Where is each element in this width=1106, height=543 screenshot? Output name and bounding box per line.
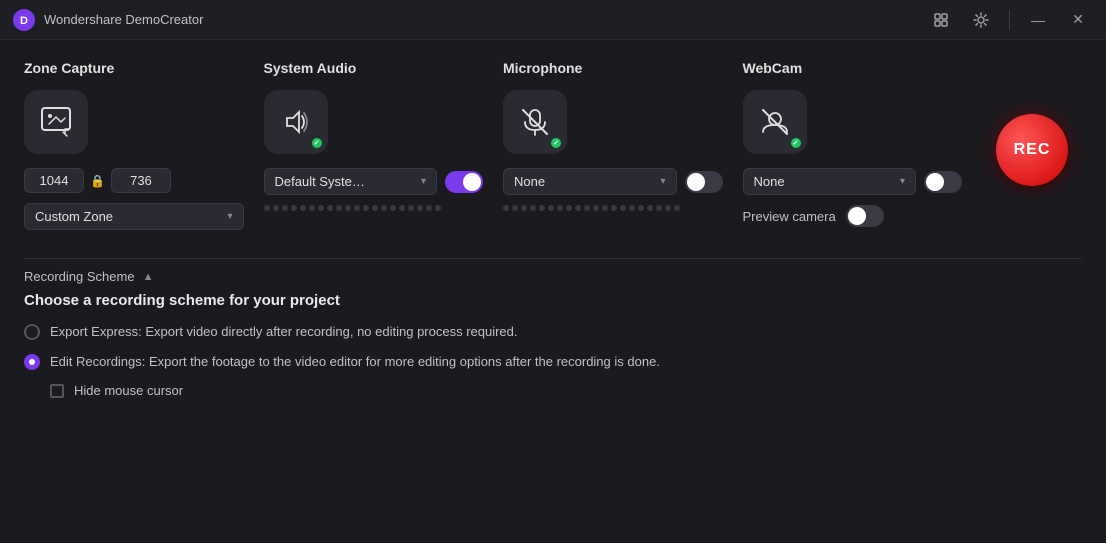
webcam-mute-icon <box>758 105 792 139</box>
microphone-title: Microphone <box>503 60 723 76</box>
audio-device-arrow: ▾ <box>421 176 426 187</box>
audio-device-row: Default Syste… ▾ <box>264 168 484 195</box>
main-content: Zone Capture 1044 🔒 736 Custom Zone ▾ <box>0 40 1106 543</box>
settings-icon[interactable] <box>965 4 997 36</box>
rec-button[interactable]: REC <box>996 114 1068 186</box>
system-audio-title: System Audio <box>264 60 484 76</box>
zone-capture-section: Zone Capture 1044 🔒 736 Custom Zone ▾ <box>24 60 264 240</box>
recording-scheme-label: Recording Scheme <box>24 269 135 284</box>
webcam-device-dropdown[interactable]: None ▾ <box>743 168 917 195</box>
app-title: Wondershare DemoCreator <box>44 12 925 27</box>
minimize-button[interactable]: — <box>1022 4 1054 36</box>
rec-button-col: REC <box>982 60 1082 240</box>
separator <box>1009 10 1010 30</box>
mic-status-dot <box>549 136 563 150</box>
webcam-device-row: None ▾ <box>743 168 963 195</box>
webcam-status-dot <box>789 136 803 150</box>
zone-type-arrow: ▾ <box>227 211 232 222</box>
microphone-section: Microphone None ▾ <box>503 60 743 240</box>
hide-cursor-checkbox[interactable] <box>50 384 64 398</box>
webcam-title: WebCam <box>743 60 963 76</box>
zone-height-input[interactable]: 736 <box>111 168 171 193</box>
microphone-toggle[interactable] <box>685 171 723 193</box>
export-express-radio[interactable] <box>24 324 40 340</box>
mic-device-row: None ▾ <box>503 168 723 195</box>
audio-device-label: Default Syste… <box>275 174 365 189</box>
zone-type-label: Custom Zone <box>35 209 113 224</box>
lock-icon: 🔒 <box>90 174 105 188</box>
webcam-toggle[interactable] <box>924 171 962 193</box>
preview-camera-label: Preview camera <box>743 209 836 224</box>
window-controls: — ✕ <box>925 4 1094 36</box>
hide-cursor-option[interactable]: Hide mouse cursor <box>50 383 1082 398</box>
zone-width-input[interactable]: 1044 <box>24 168 84 193</box>
preview-camera-row: Preview camera <box>743 205 963 227</box>
system-audio-icon-box[interactable] <box>264 90 328 154</box>
webcam-device-label: None <box>754 174 785 189</box>
hide-cursor-label: Hide mouse cursor <box>74 383 183 398</box>
webcam-icon-box[interactable] <box>743 90 807 154</box>
app-logo: D <box>12 8 36 32</box>
export-express-option[interactable]: Export Express: Export video directly af… <box>24 323 1082 341</box>
mic-device-dropdown[interactable]: None ▾ <box>503 168 677 195</box>
mic-device-label: None <box>514 174 545 189</box>
audio-device-dropdown[interactable]: Default Syste… ▾ <box>264 168 438 195</box>
recording-scheme-header[interactable]: Recording Scheme ▲ <box>24 269 1082 284</box>
zone-type-dropdown[interactable]: Custom Zone ▾ <box>24 203 244 230</box>
scheme-title: Choose a recording scheme for your proje… <box>24 292 1082 309</box>
system-audio-section: System Audio Default Syste… ▾ <box>264 60 504 240</box>
section-divider <box>24 258 1082 259</box>
zone-capture-icon <box>39 105 73 139</box>
audio-level-indicator <box>264 205 484 211</box>
zone-capture-title: Zone Capture <box>24 60 244 76</box>
recording-scheme-arrow: ▲ <box>143 271 154 283</box>
title-bar: D Wondershare DemoCreator — ✕ <box>0 0 1106 40</box>
edit-recordings-label: Edit Recordings: Export the footage to t… <box>50 353 660 371</box>
webcam-device-arrow: ▾ <box>900 176 905 187</box>
zone-type-row: Custom Zone ▾ <box>24 203 244 230</box>
mic-level-indicator <box>503 205 723 211</box>
webcam-section: WebCam None ▾ Previ <box>743 60 983 240</box>
edit-recordings-option[interactable]: Edit Recordings: Export the footage to t… <box>24 353 1082 371</box>
svg-text:D: D <box>20 15 28 27</box>
export-express-label: Export Express: Export video directly af… <box>50 323 518 341</box>
capture-controls-row: Zone Capture 1044 🔒 736 Custom Zone ▾ <box>24 60 1082 240</box>
close-button[interactable]: ✕ <box>1062 4 1094 36</box>
zone-capture-icon-box[interactable] <box>24 90 88 154</box>
audio-status-dot <box>310 136 324 150</box>
microphone-toggle-thumb <box>687 173 705 191</box>
microphone-mute-icon <box>518 105 552 139</box>
system-audio-toggle[interactable] <box>445 171 483 193</box>
system-audio-toggle-thumb <box>463 173 481 191</box>
speaker-icon <box>279 105 313 139</box>
mic-device-arrow: ▾ <box>660 176 665 187</box>
capture-icon[interactable] <box>925 4 957 36</box>
preview-camera-toggle-thumb <box>848 207 866 225</box>
zone-dimensions: 1044 🔒 736 <box>24 168 244 193</box>
edit-recordings-radio[interactable] <box>24 354 40 370</box>
preview-camera-toggle[interactable] <box>846 205 884 227</box>
microphone-icon-box[interactable] <box>503 90 567 154</box>
webcam-toggle-thumb <box>926 173 944 191</box>
recording-scheme-content: Choose a recording scheme for your proje… <box>24 292 1082 398</box>
